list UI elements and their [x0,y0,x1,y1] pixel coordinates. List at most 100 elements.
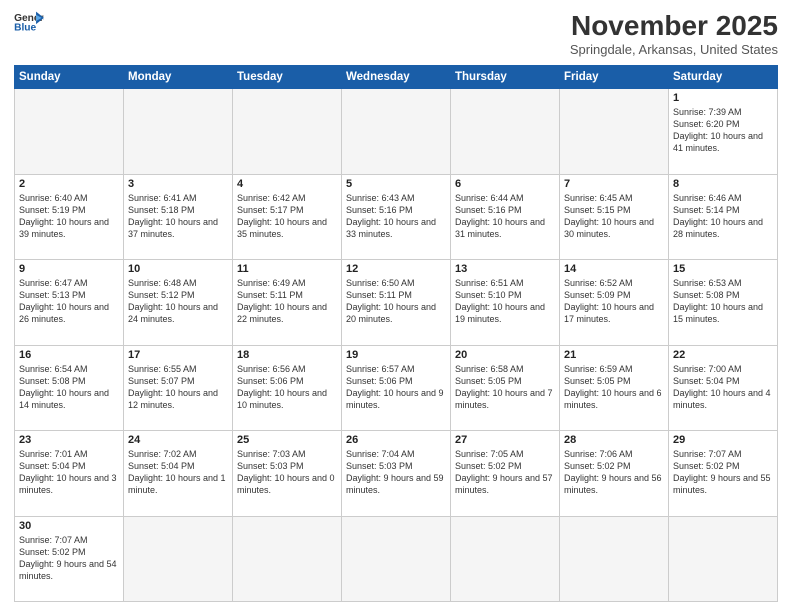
day-number: 25 [237,434,337,446]
day-info: Sunrise: 6:47 AMSunset: 5:13 PMDaylight:… [19,277,119,326]
calendar-cell [451,89,560,175]
calendar-cell [560,516,669,602]
day-info: Sunrise: 7:39 AMSunset: 6:20 PMDaylight:… [673,106,773,155]
day-number: 17 [128,349,228,361]
day-number: 26 [346,434,446,446]
calendar-cell: 15 Sunrise: 6:53 AMSunset: 5:08 PMDayligh… [669,260,778,346]
generalblue-logo-icon: General Blue [14,10,44,32]
title-block: November 2025 Springdale, Arkansas, Unit… [570,10,778,57]
day-number: 13 [455,263,555,275]
day-number: 20 [455,349,555,361]
day-info: Sunrise: 6:45 AMSunset: 5:15 PMDaylight:… [564,192,664,241]
day-number: 30 [19,520,119,532]
day-number: 14 [564,263,664,275]
calendar-cell: 30Sunrise: 7:07 AMSunset: 5:02 PMDayligh… [15,516,124,602]
day-info: Sunrise: 6:57 AMSunset: 5:06 PMDaylight:… [346,363,446,412]
calendar-cell: 18 Sunrise: 6:56 AMSunset: 5:06 PMDayligh… [233,345,342,431]
day-info: Sunrise: 7:07 AMSunset: 5:02 PMDaylight:… [673,448,773,497]
day-info: Sunrise: 6:46 AMSunset: 5:14 PMDaylight:… [673,192,773,241]
day-number: 28 [564,434,664,446]
day-info: Sunrise: 6:54 AMSunset: 5:08 PMDaylight:… [19,363,119,412]
day-number: 24 [128,434,228,446]
calendar-cell: 27 Sunrise: 7:05 AMSunset: 5:02 PMDayligh… [451,431,560,517]
day-number: 3 [128,178,228,190]
day-number: 22 [673,349,773,361]
day-info: Sunrise: 7:01 AMSunset: 5:04 PMDaylight:… [19,448,119,497]
header: General Blue November 2025 Springdale, A… [14,10,778,57]
day-info: Sunrise: 6:42 AMSunset: 5:17 PMDaylight:… [237,192,337,241]
day-number: 29 [673,434,773,446]
calendar-header: Sunday Monday Tuesday Wednesday Thursday… [15,66,778,89]
day-info: Sunrise: 6:52 AMSunset: 5:09 PMDaylight:… [564,277,664,326]
page-subtitle: Springdale, Arkansas, United States [570,42,778,57]
day-info: Sunrise: 7:05 AMSunset: 5:02 PMDaylight:… [455,448,555,497]
calendar-cell: 11Sunrise: 6:49 AMSunset: 5:11 PMDayligh… [233,260,342,346]
day-info: Sunrise: 6:51 AMSunset: 5:10 PMDaylight:… [455,277,555,326]
calendar-cell: 9 Sunrise: 6:47 AMSunset: 5:13 PMDaylight… [15,260,124,346]
calendar-cell: 28 Sunrise: 7:06 AMSunset: 5:02 PMDayligh… [560,431,669,517]
calendar-week-3: 9 Sunrise: 6:47 AMSunset: 5:13 PMDaylight… [15,260,778,346]
day-info: Sunrise: 7:06 AMSunset: 5:02 PMDaylight:… [564,448,664,497]
day-number: 18 [237,349,337,361]
calendar-cell [233,89,342,175]
calendar-cell: 22 Sunrise: 7:00 AMSunset: 5:04 PMDayligh… [669,345,778,431]
calendar-cell [124,89,233,175]
calendar-cell [669,516,778,602]
day-info: Sunrise: 6:53 AMSunset: 5:08 PMDaylight:… [673,277,773,326]
svg-text:Blue: Blue [14,22,36,32]
day-info: Sunrise: 7:02 AMSunset: 5:04 PMDaylight:… [128,448,228,497]
day-number: 27 [455,434,555,446]
calendar-cell [124,516,233,602]
day-info: Sunrise: 7:04 AMSunset: 5:03 PMDaylight:… [346,448,446,497]
calendar-cell: 3 Sunrise: 6:41 AMSunset: 5:18 PMDaylight… [124,174,233,260]
logo: General Blue [14,10,44,32]
day-number: 11 [237,263,337,275]
col-thursday: Thursday [451,66,560,89]
calendar-cell [15,89,124,175]
day-info: Sunrise: 6:40 AMSunset: 5:19 PMDaylight:… [19,192,119,241]
day-info: Sunrise: 6:41 AMSunset: 5:18 PMDaylight:… [128,192,228,241]
calendar-cell: 26 Sunrise: 7:04 AMSunset: 5:03 PMDayligh… [342,431,451,517]
calendar-week-6: 30Sunrise: 7:07 AMSunset: 5:02 PMDayligh… [15,516,778,602]
col-monday: Monday [124,66,233,89]
calendar-cell: 16 Sunrise: 6:54 AMSunset: 5:08 PMDayligh… [15,345,124,431]
day-number: 7 [564,178,664,190]
day-info: Sunrise: 6:59 AMSunset: 5:05 PMDaylight:… [564,363,664,412]
calendar-cell [451,516,560,602]
day-number: 2 [19,178,119,190]
col-wednesday: Wednesday [342,66,451,89]
calendar-week-1: 1Sunrise: 7:39 AMSunset: 6:20 PMDaylight… [15,89,778,175]
calendar-body: 1Sunrise: 7:39 AMSunset: 6:20 PMDaylight… [15,89,778,602]
calendar-cell: 10 Sunrise: 6:48 AMSunset: 5:12 PMDayligh… [124,260,233,346]
day-info: Sunrise: 6:43 AMSunset: 5:16 PMDaylight:… [346,192,446,241]
calendar-cell: 13 Sunrise: 6:51 AMSunset: 5:10 PMDayligh… [451,260,560,346]
day-number: 4 [237,178,337,190]
day-number: 8 [673,178,773,190]
header-row: Sunday Monday Tuesday Wednesday Thursday… [15,66,778,89]
page-title: November 2025 [570,10,778,42]
calendar-cell: 21Sunrise: 6:59 AMSunset: 5:05 PMDayligh… [560,345,669,431]
calendar-cell: 19Sunrise: 6:57 AMSunset: 5:06 PMDayligh… [342,345,451,431]
col-sunday: Sunday [15,66,124,89]
day-info: Sunrise: 6:48 AMSunset: 5:12 PMDaylight:… [128,277,228,326]
calendar-cell [233,516,342,602]
day-number: 16 [19,349,119,361]
calendar-cell: 6Sunrise: 6:44 AMSunset: 5:16 PMDaylight… [451,174,560,260]
day-number: 6 [455,178,555,190]
calendar-cell: 4 Sunrise: 6:42 AMSunset: 5:17 PMDaylight… [233,174,342,260]
day-number: 15 [673,263,773,275]
day-number: 9 [19,263,119,275]
calendar-cell: 23Sunrise: 7:01 AMSunset: 5:04 PMDayligh… [15,431,124,517]
calendar-cell: 20Sunrise: 6:58 AMSunset: 5:05 PMDayligh… [451,345,560,431]
day-number: 12 [346,263,446,275]
day-number: 5 [346,178,446,190]
calendar-cell [342,89,451,175]
day-number: 10 [128,263,228,275]
day-info: Sunrise: 7:00 AMSunset: 5:04 PMDaylight:… [673,363,773,412]
calendar-cell: 2 Sunrise: 6:40 AMSunset: 5:19 PMDaylight… [15,174,124,260]
col-friday: Friday [560,66,669,89]
day-info: Sunrise: 6:56 AMSunset: 5:06 PMDaylight:… [237,363,337,412]
calendar-cell: 5 Sunrise: 6:43 AMSunset: 5:16 PMDaylight… [342,174,451,260]
day-info: Sunrise: 6:55 AMSunset: 5:07 PMDaylight:… [128,363,228,412]
col-saturday: Saturday [669,66,778,89]
